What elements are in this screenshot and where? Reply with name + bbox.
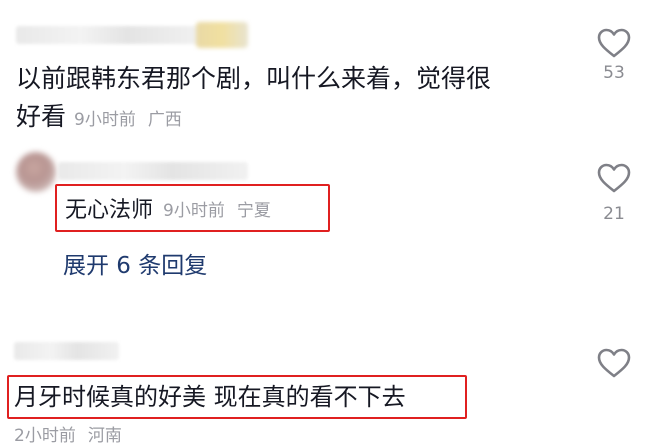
avatar[interactable]: [16, 152, 56, 192]
comment-text-tail: 好看 9小时前 广西: [16, 98, 182, 136]
username-sticker-redacted: [196, 22, 248, 48]
like-button[interactable]: [594, 347, 634, 379]
comment-time: 2小时前: [14, 426, 76, 446]
expand-replies-link[interactable]: 展开 6 条回复: [63, 246, 207, 280]
heart-outline-icon: [597, 163, 631, 193]
reply-username[interactable]: 无心法师: [65, 192, 153, 224]
comment-text-line: 月牙时候真的好美 现在真的看不下去: [14, 383, 406, 411]
reply-location: 宁夏: [236, 200, 271, 221]
comment-location: 广西: [147, 109, 182, 130]
like-count: 53: [603, 63, 625, 83]
comment-text-line: 以前跟韩东君那个剧，叫什么来着，觉得很: [16, 64, 492, 93]
reply-time: 9小时前: [163, 200, 225, 221]
comment-meta: 2小时前 河南: [14, 421, 122, 446]
comment-time: 9小时前: [74, 109, 136, 130]
username-redacted[interactable]: [16, 26, 201, 44]
like-button[interactable]: 21: [594, 162, 634, 224]
username-redacted[interactable]: [58, 162, 248, 180]
like-button[interactable]: 53: [594, 27, 634, 83]
reply-header: 无心法师 9小时前 宁夏: [65, 192, 271, 224]
comment-item: 无心法师 9小时前 宁夏 展开 6 条回复 21: [0, 140, 648, 290]
comment-meta: 9小时前 广西: [74, 105, 182, 130]
like-count: 21: [603, 204, 625, 224]
comment-text-line: 好看: [16, 102, 67, 131]
heart-outline-icon: [597, 348, 631, 378]
reply-meta: 9小时前 宁夏: [163, 196, 271, 221]
comment-item: 以前跟韩东君那个剧，叫什么来着，觉得很 好看 9小时前 广西 53: [0, 0, 648, 140]
username-redacted[interactable]: [14, 342, 119, 360]
comment-item: 月牙时候真的好美 现在真的看不下去 2小时前 河南: [0, 330, 648, 446]
heart-outline-icon: [597, 28, 631, 58]
comment-location: 河南: [87, 426, 122, 446]
